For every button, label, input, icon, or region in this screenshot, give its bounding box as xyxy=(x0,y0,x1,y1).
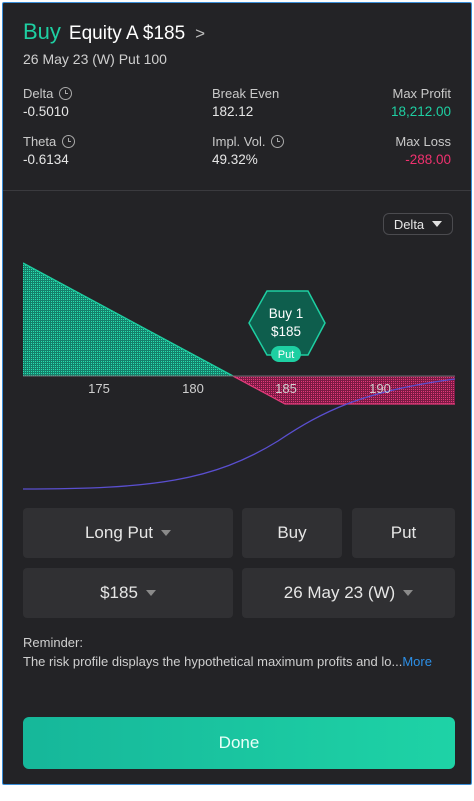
marker-strike-label: $185 xyxy=(271,324,301,339)
reminder-title: Reminder: xyxy=(23,635,83,650)
marker-leg-label: Buy 1 xyxy=(269,306,304,321)
put-toggle-button[interactable]: Put xyxy=(352,508,455,558)
break-even-value: 182.12 xyxy=(212,104,254,119)
expiry-label: 26 May 23 (W) xyxy=(283,583,396,602)
contract-subtitle: 26 May 23 (W) Put 100 xyxy=(23,51,167,67)
break-even-label: Break Even xyxy=(212,86,280,101)
theta-label: Theta xyxy=(23,134,76,149)
strategy-label: Long Put xyxy=(84,523,154,542)
clock-icon[interactable] xyxy=(59,87,73,100)
caret-down-icon xyxy=(432,221,443,227)
caret-down-icon xyxy=(161,530,172,536)
action-label: Buy xyxy=(23,19,61,44)
chevron-right-icon[interactable]: > xyxy=(195,24,205,44)
loss-area xyxy=(233,376,455,404)
done-button[interactable]: Done xyxy=(23,717,455,769)
expiry-dropdown[interactable]: 26 May 23 (W) xyxy=(242,568,455,618)
x-tick-180: 180 xyxy=(182,381,204,396)
x-tick-175: 175 xyxy=(88,381,110,396)
delta-label: Delta xyxy=(23,86,73,101)
buy-toggle-button[interactable]: Buy xyxy=(242,508,342,558)
iv-label: Impl. Vol. xyxy=(212,134,285,149)
x-tick-190: 190 xyxy=(369,381,391,396)
risk-profile-chart: 175 180 185 190 Buy 1 $185 Put xyxy=(23,262,455,490)
strategy-dropdown[interactable]: Long Put xyxy=(23,508,233,558)
strike-label: $185 xyxy=(100,583,138,602)
iv-value: 49.32% xyxy=(212,152,258,167)
title-row[interactable]: Buy Equity A $185 > xyxy=(23,19,205,45)
strike-dropdown[interactable]: $185 xyxy=(23,568,233,618)
divider xyxy=(3,190,471,191)
theta-value: -0.6134 xyxy=(23,152,69,167)
caret-down-icon xyxy=(145,590,156,596)
max-profit-label: Max Profit xyxy=(392,86,451,101)
marker-type-tag: Put xyxy=(278,349,295,361)
reminder: Reminder: The risk profile displays the … xyxy=(23,633,455,671)
chart-metric-dropdown[interactable]: Delta xyxy=(383,213,453,235)
reminder-text: The risk profile displays the hypothetic… xyxy=(23,654,432,669)
chart-metric-label: Delta xyxy=(393,216,425,232)
symbol-label: Equity A $185 xyxy=(68,23,186,44)
clock-icon[interactable] xyxy=(271,135,285,148)
order-panel: Buy Equity A $185 > 26 May 23 (W) Put 10… xyxy=(2,2,472,785)
max-loss-label: Max Loss xyxy=(395,134,451,149)
max-loss-value: -288.00 xyxy=(405,152,451,167)
max-profit-value: 18,212.00 xyxy=(390,104,451,119)
caret-down-icon xyxy=(403,590,414,596)
clock-icon[interactable] xyxy=(62,135,76,148)
header: Buy Equity A $185 > 26 May 23 (W) Put 10… xyxy=(23,19,205,67)
strike-marker[interactable]: Buy 1 $185 Put xyxy=(248,290,326,362)
more-link[interactable]: More xyxy=(402,654,432,669)
x-tick-185: 185 xyxy=(275,381,297,396)
delta-value: -0.5010 xyxy=(23,104,69,119)
